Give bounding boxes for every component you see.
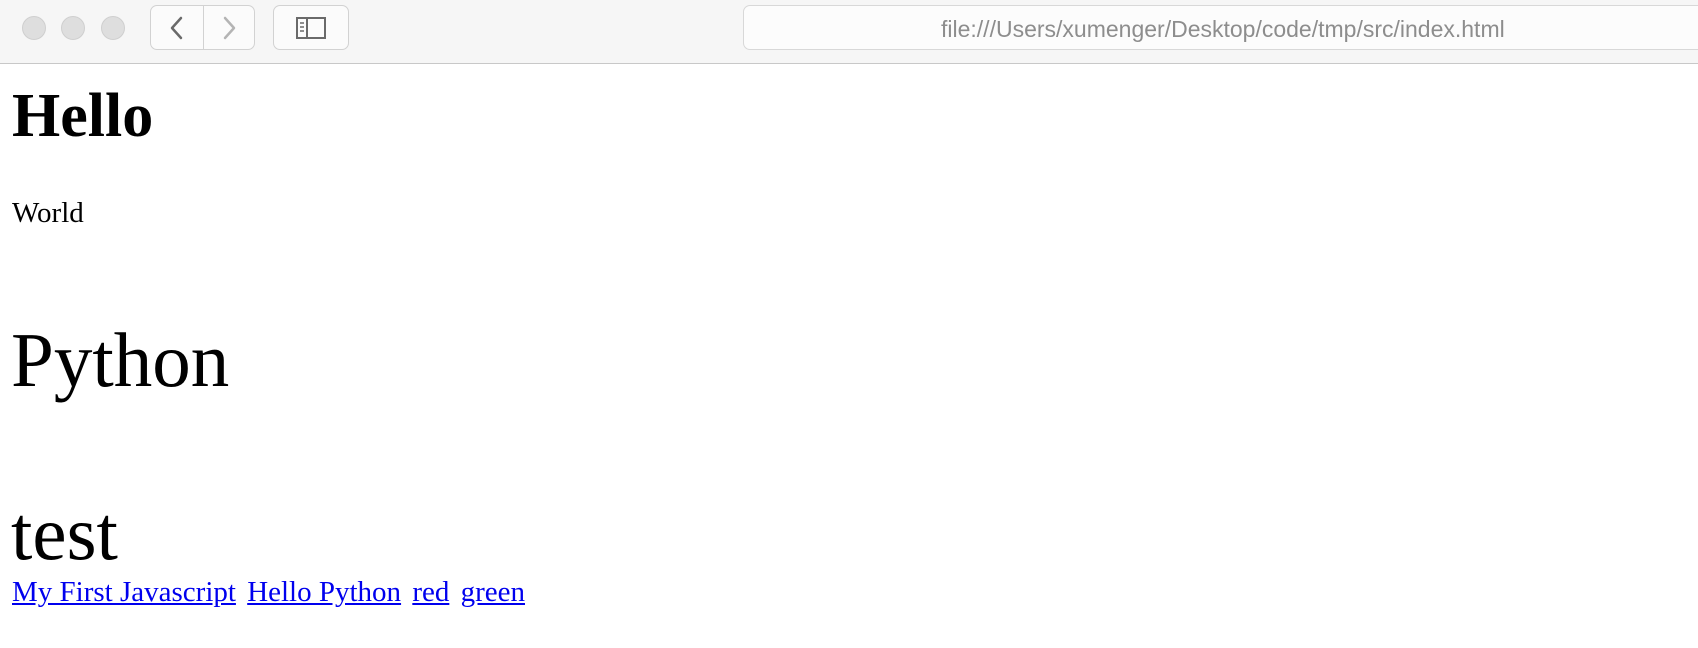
sidebar-icon xyxy=(296,16,326,39)
large-text-test: test xyxy=(11,490,118,576)
page-heading: Hello xyxy=(12,82,154,150)
large-text-python: Python xyxy=(11,317,230,403)
link-my-first-javascript[interactable]: My First Javascript xyxy=(12,576,236,608)
link-list: My First Javascript Hello Python red gre… xyxy=(12,578,529,607)
back-button[interactable] xyxy=(150,5,204,50)
chevron-left-icon xyxy=(170,16,183,39)
address-bar[interactable]: file:///Users/xumenger/Desktop/code/tmp/… xyxy=(743,5,1698,50)
page-paragraph: World xyxy=(12,197,84,229)
minimize-window-button[interactable] xyxy=(61,16,85,40)
forward-button[interactable] xyxy=(203,5,255,50)
url-text: file:///Users/xumenger/Desktop/code/tmp/… xyxy=(941,16,1505,42)
link-red[interactable]: red xyxy=(412,576,449,608)
link-hello-python[interactable]: Hello Python xyxy=(247,576,401,608)
zoom-window-button[interactable] xyxy=(101,16,125,40)
browser-toolbar: file:///Users/xumenger/Desktop/code/tmp/… xyxy=(0,0,1698,64)
show-sidebar-button[interactable] xyxy=(273,5,349,50)
chevron-right-icon xyxy=(223,16,236,39)
close-window-button[interactable] xyxy=(22,16,46,40)
link-green[interactable]: green xyxy=(461,576,525,608)
page-content: Hello World Python test My First Javascr… xyxy=(0,65,1698,648)
